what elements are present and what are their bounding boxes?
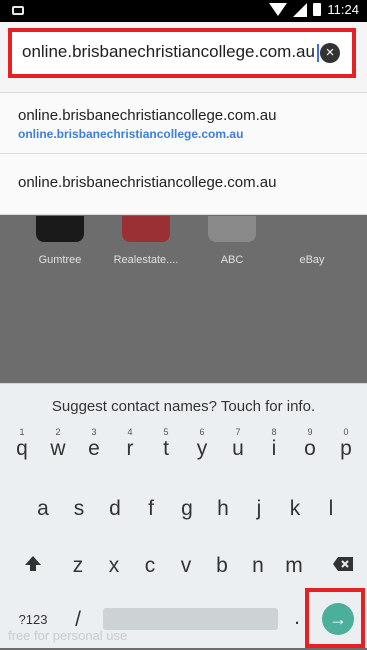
realestate-icon — [122, 216, 170, 242]
key-c[interactable]: c — [136, 554, 164, 578]
key-k[interactable]: k — [282, 497, 308, 521]
ebay-icon — [288, 216, 336, 242]
key-z[interactable]: z — [64, 554, 92, 578]
key-v[interactable]: v — [172, 554, 200, 578]
url-input-highlight[interactable]: online.brisbanechristiancollege.com.au × — [8, 28, 356, 78]
most-visited-tiles: Gumtree Realestate.... ABC eBay — [0, 216, 367, 381]
watermark: free for personal use — [8, 628, 128, 643]
tile-gumtree[interactable]: Gumtree — [20, 216, 100, 266]
key-l[interactable]: l — [318, 497, 344, 521]
key-s[interactable]: s — [66, 497, 92, 521]
key-e[interactable]: 3e — [80, 427, 108, 461]
abc-icon — [208, 216, 256, 242]
gumtree-icon — [36, 216, 84, 242]
key-h[interactable]: h — [210, 497, 236, 521]
backspace-icon[interactable] — [328, 554, 358, 578]
key-n[interactable]: n — [244, 554, 272, 578]
key-b[interactable]: b — [208, 554, 236, 578]
keyboard-row-2: a s d f g h j k l — [0, 497, 367, 537]
battery-icon — [313, 3, 322, 16]
tile-ebay[interactable]: eBay — [272, 216, 352, 266]
suggestion-item[interactable]: online.brisbanechristiancollege.com.au o… — [0, 93, 367, 154]
signal-icon — [293, 2, 308, 17]
arrow-right-icon[interactable]: → — [322, 603, 354, 635]
key-r[interactable]: 4r — [116, 427, 144, 461]
key-u[interactable]: 7u — [224, 427, 252, 461]
wifi-icon — [269, 3, 288, 16]
key-g[interactable]: g — [174, 497, 200, 521]
symbols-key[interactable]: ?123 — [16, 612, 50, 627]
key-y[interactable]: 6y — [188, 427, 216, 461]
key-d[interactable]: d — [102, 497, 128, 521]
key-q[interactable]: 1q — [8, 427, 36, 461]
close-icon[interactable]: × — [320, 43, 340, 63]
key-o[interactable]: 9o — [296, 427, 324, 461]
tile-abc[interactable]: ABC — [192, 216, 272, 266]
url-bar: online.brisbanechristiancollege.com.au × — [0, 22, 367, 93]
keyboard-suggestion-strip[interactable]: Suggest contact names? Touch for info. — [0, 383, 367, 428]
url-input[interactable]: online.brisbanechristiancollege.com.au — [22, 42, 319, 62]
key-j[interactable]: j — [246, 497, 272, 521]
keyboard-row-1: 1q 2w 3e 4r 5t 6y 7u 8i 9o 0p — [0, 427, 367, 477]
status-icons: 11:24 — [269, 2, 359, 17]
text-caret — [316, 43, 319, 62]
key-f[interactable]: f — [138, 497, 164, 521]
suggestion-item[interactable]: online.brisbanechristiancollege.com.au — [0, 154, 367, 215]
shift-icon[interactable] — [18, 554, 48, 580]
status-time: 11:24 — [327, 2, 359, 17]
key-a[interactable]: a — [30, 497, 56, 521]
space-bar[interactable] — [103, 608, 278, 630]
url-suggestions: online.brisbanechristiancollege.com.au o… — [0, 93, 367, 215]
status-bar: 11:24 — [0, 0, 367, 22]
key-w[interactable]: 2w — [44, 427, 72, 461]
tile-realestate[interactable]: Realestate.... — [106, 216, 186, 266]
key-x[interactable]: x — [100, 554, 128, 578]
key-i[interactable]: 8i — [260, 427, 288, 461]
key-t[interactable]: 5t — [152, 427, 180, 461]
key-m[interactable]: m — [280, 554, 308, 578]
key-period[interactable]: . — [290, 606, 304, 630]
screenshot-icon — [12, 6, 24, 15]
key-p[interactable]: 0p — [332, 427, 360, 461]
